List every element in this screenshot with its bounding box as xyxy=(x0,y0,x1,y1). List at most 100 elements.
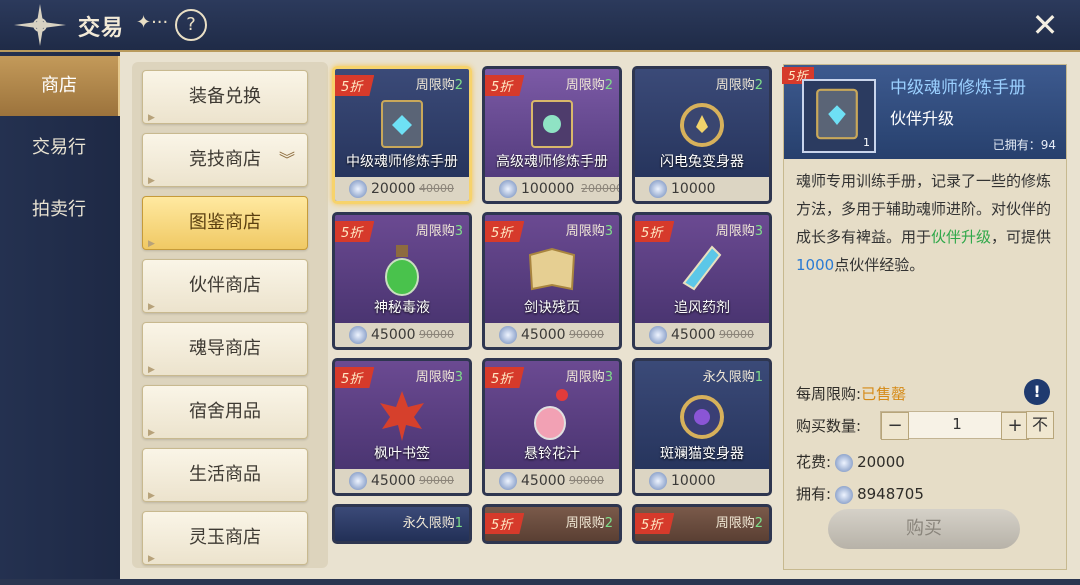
limit-label: 周限购3 xyxy=(415,370,463,385)
maple-leaf-icon xyxy=(380,391,424,441)
chevron-down-icon: ︾ xyxy=(278,150,295,169)
sidebar-item-trade[interactable]: 交易行 xyxy=(0,118,118,178)
limit-label: 周限购2 xyxy=(415,78,463,93)
item-name: 剑诀残页 xyxy=(524,300,580,316)
close-button[interactable]: ✕ xyxy=(1028,8,1062,42)
manual-book-icon xyxy=(381,100,423,148)
category-soul-guide-shop[interactable]: ▶ 魂导商店 xyxy=(142,322,308,376)
item-card[interactable]: 5折 周限购2 中级魂师修炼手册 20000 40000 xyxy=(332,66,472,204)
compass-logo-icon xyxy=(14,4,66,46)
torn-page-icon xyxy=(528,247,576,291)
silver-coin-icon xyxy=(349,180,367,198)
item-subtitle: 伙伴升级 xyxy=(890,109,955,128)
item-thumbnail: 1 xyxy=(802,79,876,153)
buy-button[interactable]: 购买 xyxy=(828,509,1020,549)
top-bar: 交易 ✦··· ? ✕ xyxy=(0,0,1080,52)
item-card[interactable]: 5折 周限购3 剑诀残页 45000 90000 xyxy=(482,212,622,350)
price-bar: 10000 xyxy=(635,177,769,201)
category-jade-shop[interactable]: ▶ 灵玉商店 xyxy=(142,511,308,565)
item-card[interactable]: 周限购2 闪电兔变身器 10000 xyxy=(632,66,772,204)
quantity-value[interactable]: 1 xyxy=(917,415,997,433)
item-name: 追风药剂 xyxy=(674,300,730,316)
silver-coin-icon xyxy=(649,180,667,198)
price-bar: 20000 40000 xyxy=(335,177,469,201)
category-dorm-supplies[interactable]: ▶ 宿舍用品 xyxy=(142,385,308,439)
silver-coin-icon xyxy=(349,326,367,344)
item-name: 高级魂师修炼手册 xyxy=(496,154,608,170)
silver-coin-icon xyxy=(835,453,854,472)
sidebar-item-auction[interactable]: 拍卖行 xyxy=(0,180,118,240)
price-bar: 45000 90000 xyxy=(485,323,619,347)
transform-amulet-icon xyxy=(680,395,724,439)
max-button[interactable]: 不 xyxy=(1026,411,1054,439)
limit-label: 永久限购1 xyxy=(402,516,463,531)
decrease-button[interactable]: − xyxy=(881,412,909,440)
limit-label: 周限购3 xyxy=(565,370,613,385)
main-sidebar: 商店 交易行 拍卖行 xyxy=(0,52,122,579)
potion-bottle-icon xyxy=(385,245,419,296)
discount-badge: 5折 xyxy=(335,75,375,96)
category-atlas-shop[interactable]: ▶ 图鉴商店 xyxy=(142,196,308,250)
info-icon[interactable]: ! xyxy=(1024,379,1050,405)
limit-label: 周限购2 xyxy=(565,78,613,93)
arrow-icon: ▶ xyxy=(148,554,155,564)
price-bar: 10000 xyxy=(635,469,769,493)
category-life-goods[interactable]: ▶ 生活商品 xyxy=(142,448,308,502)
cost-row: 花费: 20000 xyxy=(796,453,905,472)
price-bar: 100000 200000 xyxy=(485,177,619,201)
limit-label: 周限购3 xyxy=(715,224,763,239)
category-equipment-exchange[interactable]: ▶ 装备兑换 xyxy=(142,70,308,124)
discount-badge: 5折 xyxy=(335,221,375,242)
price-bar: 45000 90000 xyxy=(485,469,619,493)
silver-coin-icon xyxy=(349,472,367,490)
manual-book-icon xyxy=(816,88,858,140)
shop-panel: ▶ 装备兑换 ▶ 竞技商店 ︾ ▶ 图鉴商店 ▶ 伙伴商店 ▶ 魂导商店 ▶ 宿舍用品 ▶ 生活… xyxy=(120,52,1080,579)
limit-label: 周限购2 xyxy=(565,516,613,531)
item-card[interactable]: 5折 周限购2 xyxy=(632,504,772,544)
owned-count: 已拥有：94 xyxy=(992,138,1056,152)
item-name: 悬铃花汁 xyxy=(524,446,580,462)
item-name: 中级魂师修炼手册 xyxy=(346,154,458,170)
discount-badge: 5折 xyxy=(635,513,675,534)
silver-coin-icon xyxy=(499,326,517,344)
limit-label: 周限购3 xyxy=(415,224,463,239)
more-icon[interactable]: ✦··· xyxy=(136,12,168,33)
page-title: 交易 xyxy=(78,16,125,41)
item-name: 神秘毒液 xyxy=(374,300,430,316)
discount-badge: 5折 xyxy=(635,221,675,242)
discount-badge: 5折 xyxy=(335,367,375,388)
item-name: 闪电兔变身器 xyxy=(660,154,744,170)
item-description: 魂师专用训练手册，记录了一些的修炼方法，多用于辅助魂师进阶。对伙伴的成长多有裨益… xyxy=(796,172,1052,274)
price-bar: 45000 90000 xyxy=(335,323,469,347)
item-detail-panel: 5折 1 中级魂师修炼手册 伙伴升级 已拥有：94 魂师专用训练手册，记录了一些… xyxy=(782,64,1067,570)
weekly-limit-row: 每周限购:已售罄 xyxy=(796,385,907,403)
category-partner-shop[interactable]: ▶ 伙伴商店 xyxy=(142,259,308,313)
quantity-label: 购买数量: xyxy=(796,417,862,435)
category-arena-shop[interactable]: ▶ 竞技商店 ︾ xyxy=(142,133,308,187)
item-name: 斑斓猫变身器 xyxy=(660,446,744,462)
silver-coin-icon xyxy=(649,326,667,344)
sidebar-item-shop[interactable]: 商店 xyxy=(0,56,122,116)
item-name: 枫叶书签 xyxy=(374,446,430,462)
limit-label: 永久限购1 xyxy=(702,370,763,385)
item-count: 1 xyxy=(863,136,870,149)
silver-coin-icon xyxy=(499,472,517,490)
discount-badge: 5折 xyxy=(485,75,525,96)
item-card[interactable]: 5折 周限购3 追风药剂 45000 90000 xyxy=(632,212,772,350)
item-card[interactable]: 5折 周限购3 神秘毒液 45000 90000 xyxy=(332,212,472,350)
help-button[interactable]: ? xyxy=(175,9,207,41)
item-card[interactable]: 5折 周限购2 高级魂师修炼手册 100000 200000 xyxy=(482,66,622,204)
manual-book-icon xyxy=(531,100,573,148)
detail-header: 5折 1 中级魂师修炼手册 伙伴升级 已拥有：94 xyxy=(782,65,1066,159)
discount-badge: 5折 xyxy=(485,221,525,242)
item-card[interactable]: 5折 周限购3 枫叶书签 45000 90000 xyxy=(332,358,472,496)
increase-button[interactable]: + xyxy=(1001,412,1029,440)
discount-badge: 5折 xyxy=(485,367,525,388)
silver-coin-icon xyxy=(499,180,517,198)
item-card[interactable]: 5折 周限购2 xyxy=(482,504,622,544)
item-card[interactable]: 永久限购1 斑斓猫变身器 10000 xyxy=(632,358,772,496)
transform-amulet-icon xyxy=(680,103,724,147)
price-bar: 45000 90000 xyxy=(335,469,469,493)
item-card[interactable]: 5折 周限购3 悬铃花汁 45000 90000 xyxy=(482,358,622,496)
item-card[interactable]: 永久限购1 xyxy=(332,504,472,544)
